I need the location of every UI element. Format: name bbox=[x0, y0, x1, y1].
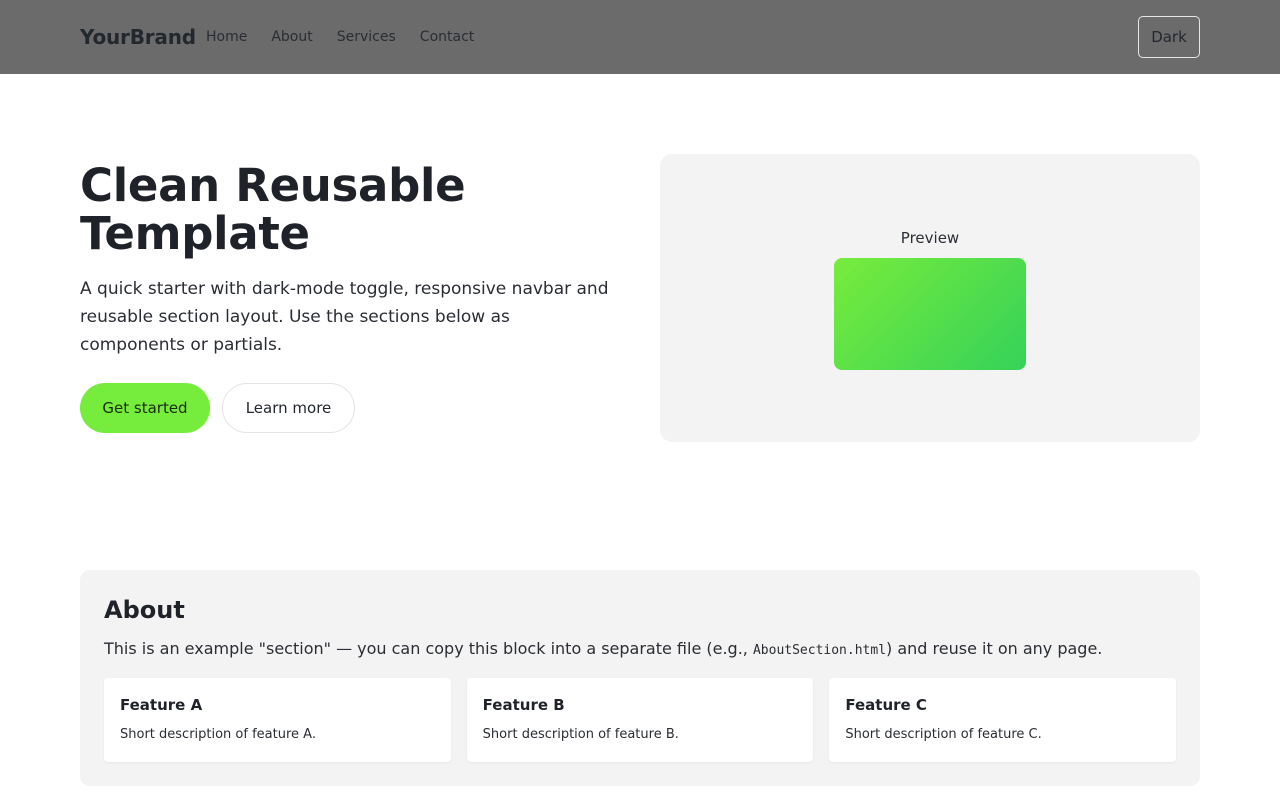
nav-link-contact[interactable]: Contact bbox=[420, 27, 474, 47]
feature-description: Short description of feature C. bbox=[845, 727, 1042, 742]
nav-link-home[interactable]: Home bbox=[206, 27, 247, 47]
feature-title: Feature A bbox=[120, 696, 203, 714]
navbar: YourBrand Home About Services Contact Da… bbox=[0, 0, 1280, 74]
brand-logo[interactable]: YourBrand bbox=[80, 24, 196, 50]
feature-card-c: Feature C Short description of feature C… bbox=[829, 678, 1177, 762]
preview-card: Preview bbox=[660, 154, 1200, 442]
learn-more-button[interactable]: Learn more bbox=[222, 383, 355, 433]
about-code-filename: AboutSection.html bbox=[752, 643, 887, 658]
feature-title: Feature B bbox=[482, 696, 565, 714]
hero-title: Clean Reusable Template bbox=[80, 159, 466, 260]
feature-title: Feature C bbox=[845, 696, 927, 714]
feature-description: Short description of feature A. bbox=[120, 727, 316, 742]
feature-description: Short description of feature B. bbox=[482, 727, 679, 742]
preview-label: Preview bbox=[900, 229, 960, 247]
get-started-button[interactable]: Get started bbox=[80, 383, 210, 433]
feature-card-b: Feature B Short description of feature B… bbox=[466, 678, 814, 762]
about-section: About This is an example "section" — you… bbox=[80, 570, 1200, 786]
nav-link-about[interactable]: About bbox=[271, 27, 312, 47]
nav-link-services[interactable]: Services bbox=[337, 27, 396, 47]
dark-mode-toggle-button[interactable]: Dark bbox=[1138, 16, 1200, 58]
about-text-before: This is an example "section" — you can c… bbox=[104, 639, 753, 658]
feature-list: Feature A Short description of feature A… bbox=[104, 678, 1177, 762]
feature-card-a: Feature A Short description of feature A… bbox=[104, 678, 451, 762]
about-title: About bbox=[104, 596, 185, 624]
nav-links: Home About Services Contact bbox=[206, 27, 474, 47]
hero-subtitle: A quick starter with dark-mode toggle, r… bbox=[80, 279, 609, 355]
about-text-after: ) and reuse it on any page. bbox=[886, 639, 1103, 658]
preview-image bbox=[834, 258, 1026, 370]
about-description: This is an example "section" — you can c… bbox=[104, 638, 1184, 662]
